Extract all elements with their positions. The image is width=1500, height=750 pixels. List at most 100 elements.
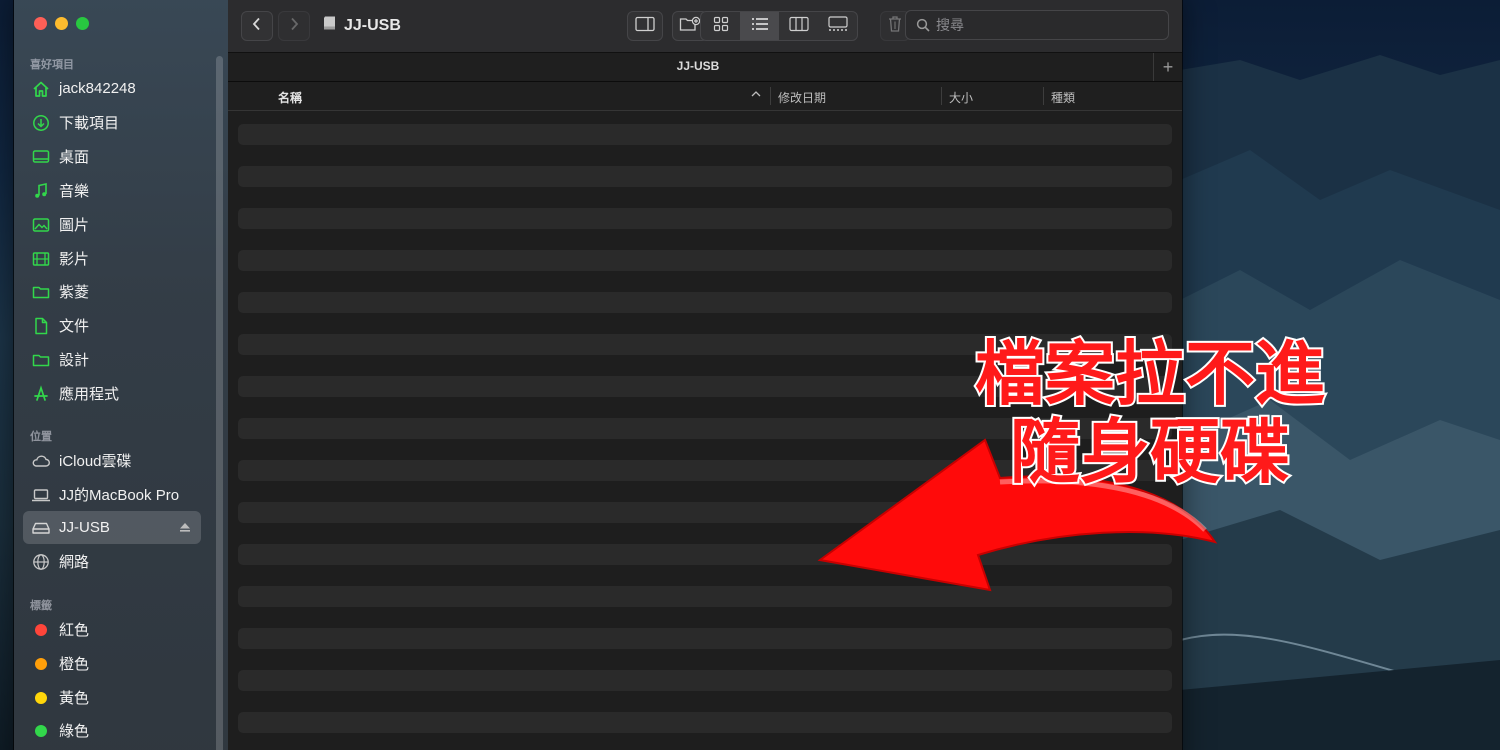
- sidebar-item-label: 下載項目: [59, 115, 120, 132]
- sidebar-item-label: 紅色: [59, 622, 90, 639]
- sidebar-item-label: 黃色: [59, 690, 90, 707]
- music-icon: [31, 181, 51, 201]
- yellow-tag-icon: [35, 691, 47, 704]
- back-button[interactable]: [241, 11, 273, 41]
- empty-row-stripe: [238, 208, 1172, 229]
- sidebar-item-label: 音樂: [59, 183, 90, 200]
- drive-icon: [31, 518, 51, 538]
- minimize-button[interactable]: [55, 17, 68, 30]
- tag-dot-yellow: [31, 688, 51, 708]
- sidebar-item-label: 影片: [59, 251, 90, 268]
- window-title: JJ-USB: [322, 15, 401, 36]
- empty-row-stripe: [238, 670, 1172, 691]
- apps-icon: [31, 384, 51, 404]
- sidebar-toggle-button[interactable]: [627, 11, 663, 41]
- chevron-left-icon: [251, 17, 263, 36]
- home-icon: [31, 79, 51, 99]
- empty-row-stripe: [238, 124, 1172, 145]
- search-field[interactable]: 搜尋: [905, 10, 1169, 40]
- annotation-text: 檔案拉不進 隨身硬碟: [940, 333, 1360, 493]
- sidebar-item-pictures[interactable]: 圖片: [23, 208, 201, 241]
- new-tab-button[interactable]: +: [1153, 53, 1182, 81]
- columns-icon: [788, 16, 809, 37]
- tag-dot-red: [31, 620, 51, 640]
- view-mode-segmented: [700, 11, 858, 41]
- sidebar-item-music[interactable]: 音樂: [23, 174, 201, 207]
- column-modified-header[interactable]: 修改日期: [778, 89, 826, 106]
- column-view-button[interactable]: [779, 12, 818, 40]
- column-separator: [1043, 87, 1044, 105]
- empty-row-stripe: [238, 292, 1172, 313]
- sidebar-item-downloads[interactable]: 下載項目: [23, 106, 201, 139]
- laptop-icon: [31, 485, 51, 505]
- sidebar-item-label: jack842248: [59, 80, 136, 97]
- column-name-header[interactable]: 名稱: [278, 89, 302, 106]
- gallery-view-button[interactable]: [818, 12, 857, 40]
- locations-section-title: 位置: [30, 431, 52, 443]
- sidebar-item-label: 設計: [59, 352, 90, 369]
- favorites-section-title: 喜好項目: [30, 59, 74, 71]
- empty-row-stripe: [238, 166, 1172, 187]
- sidebar-item-tag-green[interactable]: 綠色: [23, 714, 201, 747]
- close-button[interactable]: [34, 17, 47, 30]
- eject-icon[interactable]: [179, 520, 191, 537]
- sidebar-item-icloud[interactable]: iCloud雲碟: [23, 444, 201, 477]
- sidebar-item-label: 紫菱: [59, 284, 90, 301]
- film-icon: [31, 249, 51, 269]
- sidebar-item-folder-design[interactable]: 設計: [23, 343, 201, 376]
- sidebar-item-label: 應用程式: [59, 386, 120, 403]
- desktop-icon: [31, 147, 51, 167]
- empty-row-stripe: [238, 712, 1172, 733]
- sidebar-item-label: 網路: [59, 554, 90, 571]
- chevron-right-icon: [288, 17, 300, 36]
- photo-icon: [31, 215, 51, 235]
- icon-view-button[interactable]: [701, 12, 740, 40]
- orange-tag-icon: [35, 657, 47, 670]
- sidebar-item-label: 桌面: [59, 149, 90, 166]
- column-kind-header[interactable]: 種類: [1051, 89, 1075, 106]
- sidebar-item-label: 圖片: [59, 217, 90, 234]
- tab-jj-usb[interactable]: JJ-USB: [228, 59, 1168, 73]
- annotation-line-2: 隨身硬碟: [1008, 411, 1292, 493]
- sidebar-item-applications[interactable]: 應用程式: [23, 377, 201, 410]
- sort-ascending-icon[interactable]: [750, 87, 762, 104]
- trash-icon: [887, 15, 903, 38]
- sidebar-scrollbar[interactable]: [216, 56, 223, 750]
- green-tag-icon: [35, 724, 47, 737]
- column-separator: [941, 87, 942, 105]
- column-header: 名稱 修改日期 大小 種類: [228, 82, 1182, 111]
- forward-button[interactable]: [278, 11, 310, 41]
- sidebar-item-label: 綠色: [59, 723, 90, 740]
- sidebar-item-folder-ziling[interactable]: 紫菱: [23, 275, 201, 308]
- sidebar-item-tag-orange[interactable]: 橙色: [23, 647, 201, 680]
- tags-section-title: 標籤: [30, 600, 52, 612]
- list-view-button[interactable]: [740, 12, 779, 40]
- gallery-icon: [827, 15, 849, 37]
- tag-dot-orange: [31, 654, 51, 674]
- cloud-icon: [31, 451, 51, 471]
- usb-drive-icon: [322, 15, 338, 36]
- empty-row-stripe: [238, 250, 1172, 271]
- sidebar-item-tag-red[interactable]: 紅色: [23, 613, 201, 646]
- window-title-text: JJ-USB: [344, 16, 401, 34]
- sidebar-item-tag-yellow[interactable]: 黃色: [23, 681, 201, 714]
- sidebar-item-label: JJ-USB: [59, 519, 110, 536]
- window-controls: [34, 17, 89, 30]
- sidebar-item-movies[interactable]: 影片: [23, 242, 201, 275]
- zoom-button[interactable]: [76, 17, 89, 30]
- globe-icon: [31, 552, 51, 572]
- red-tag-icon: [35, 623, 47, 636]
- sidebar-item-jj-usb[interactable]: JJ-USB: [23, 511, 201, 544]
- tab-bar: JJ-USB +: [228, 53, 1182, 82]
- sidebar-item-desktop[interactable]: 桌面: [23, 140, 201, 173]
- sidebar-item-documents[interactable]: 文件: [23, 309, 201, 342]
- column-size-header[interactable]: 大小: [949, 89, 973, 106]
- document-icon: [31, 316, 51, 336]
- sidebar-item-label: 橙色: [59, 656, 90, 673]
- column-separator: [770, 87, 771, 105]
- empty-row-stripe: [238, 628, 1172, 649]
- sidebar-item-home[interactable]: jack842248: [23, 72, 201, 105]
- sidebar-item-network[interactable]: 網路: [23, 545, 201, 578]
- sidebar-item-macbook[interactable]: JJ的MacBook Pro: [23, 478, 201, 511]
- folder-icon: [31, 282, 51, 302]
